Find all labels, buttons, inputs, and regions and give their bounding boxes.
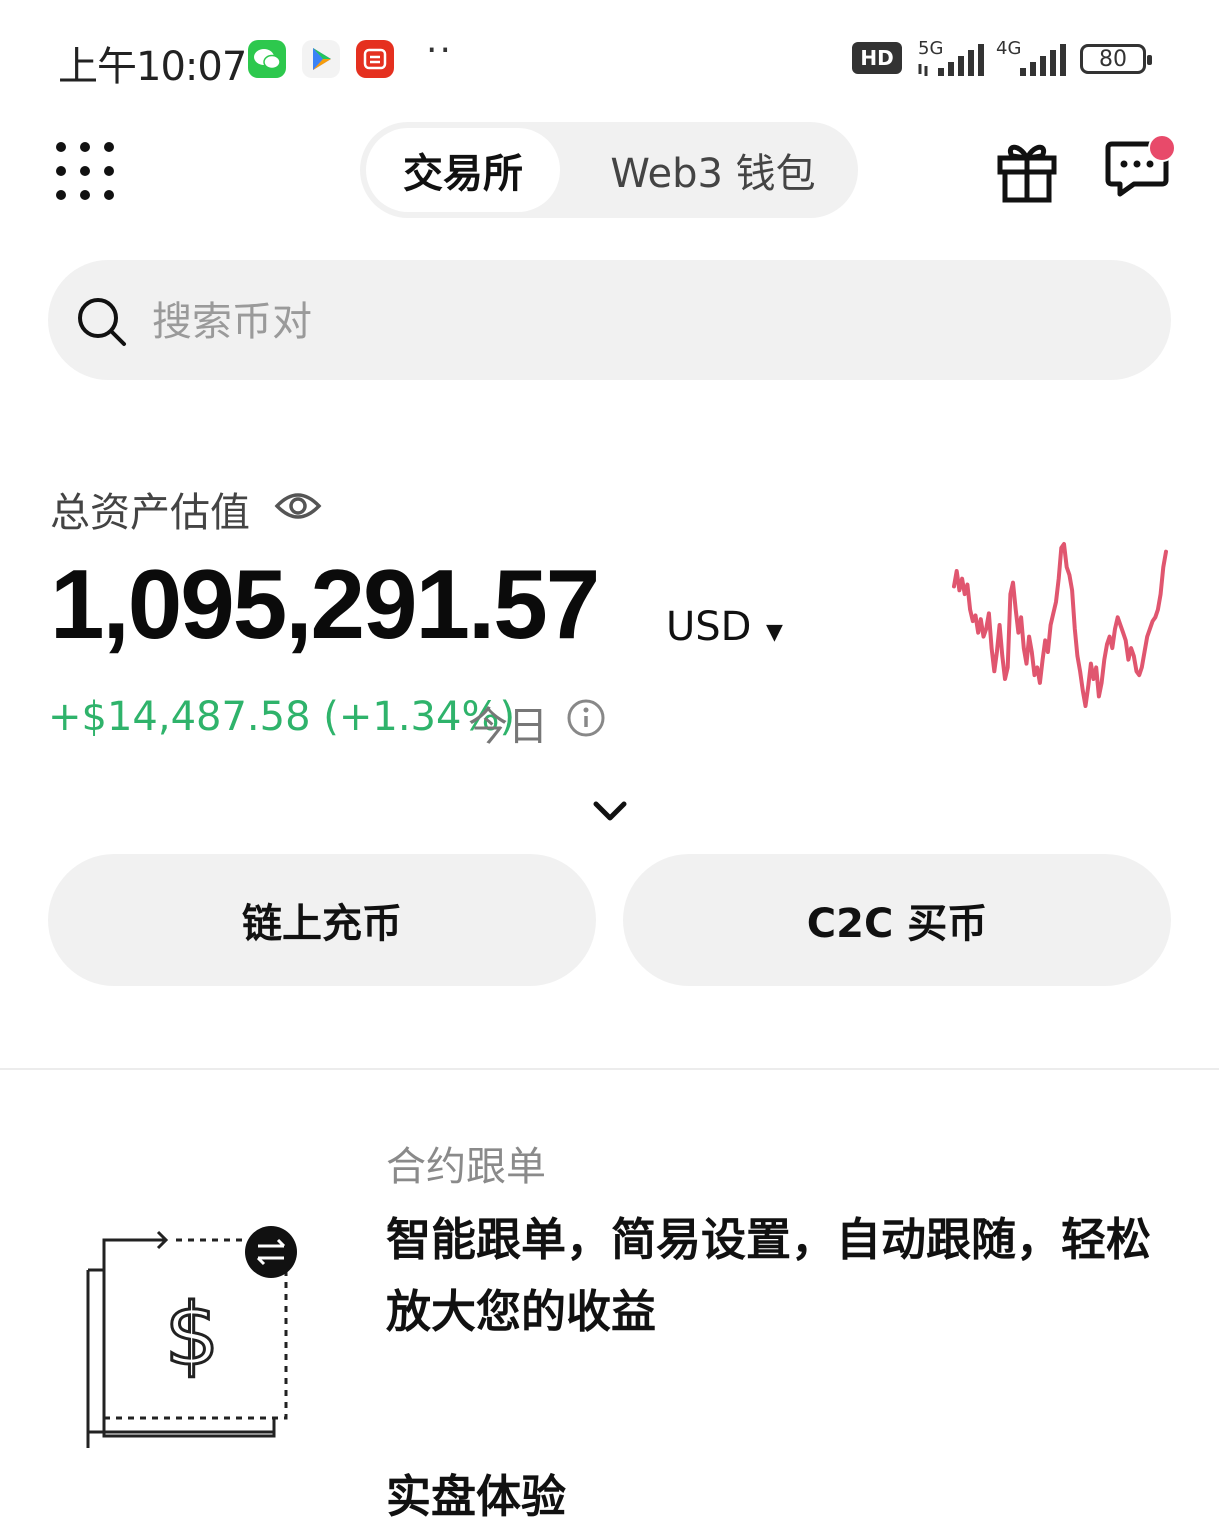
wechat-icon: [248, 40, 286, 78]
section-divider: [0, 1068, 1219, 1070]
promo-description: 智能跟单，简易设置，自动跟随，轻松放大您的收益: [386, 1213, 1152, 1338]
eye-icon[interactable]: [274, 486, 322, 526]
c2c-buy-button[interactable]: C2C 买币: [623, 854, 1171, 986]
sparkline-path: [952, 542, 1168, 708]
asset-trend-sparkline[interactable]: [940, 530, 1180, 720]
play-store-icon: [302, 40, 340, 78]
more-notifications-icon: ··: [426, 30, 453, 71]
taobao-icon: [356, 40, 394, 78]
gift-icon[interactable]: [996, 138, 1058, 204]
status-time: 上午10:07: [58, 44, 247, 90]
svg-text:$: $: [165, 1285, 220, 1385]
copy-trading-illustration: $: [86, 1226, 297, 1448]
apps-grid-icon[interactable]: [56, 142, 114, 200]
hd-voice-badge: HD: [852, 42, 902, 74]
signal-5g-icon: [918, 44, 984, 76]
signal-4g-icon: [1020, 44, 1066, 76]
search-icon: [78, 298, 126, 346]
tab-web3-wallet[interactable]: Web3 钱包: [580, 128, 846, 212]
battery-icon: 80: [1080, 44, 1152, 74]
chevron-down-icon[interactable]: [590, 796, 630, 826]
pnl-period-label: 今日: [468, 704, 548, 750]
next-promo-title: 实盘体验: [386, 1470, 567, 1523]
currency-selector[interactable]: USD: [666, 604, 751, 650]
deposit-onchain-button[interactable]: 链上充币: [48, 854, 596, 986]
caret-down-icon[interactable]: ▼: [766, 620, 783, 645]
search-input[interactable]: [150, 294, 1054, 350]
message-badge: [1148, 134, 1176, 162]
daily-pnl: +$14,487.58 (+1.34%): [48, 694, 516, 740]
total-assets-label: 总资产估值: [50, 490, 250, 536]
total-assets-value: 1,095,291.57: [50, 549, 600, 659]
promo-tag: 合约跟单: [386, 1144, 546, 1190]
info-icon[interactable]: [566, 698, 606, 738]
tab-exchange[interactable]: 交易所: [366, 128, 560, 212]
